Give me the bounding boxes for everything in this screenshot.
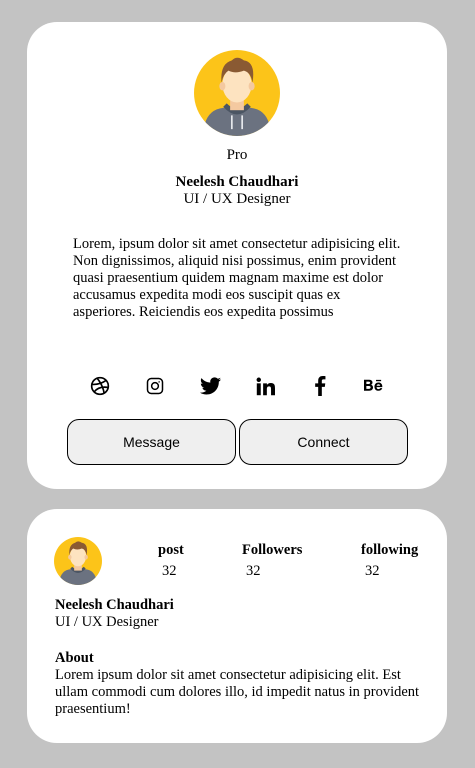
instagram-icon[interactable] [142,373,168,399]
stat-label: Followers [242,542,303,558]
twitter-icon[interactable] [197,373,223,399]
stat-label: post [158,542,184,558]
profile-role: UI / UX Designer [183,191,291,207]
pro-badge: Pro [226,147,248,163]
stat-label: following [361,542,419,558]
message-button[interactable]: Message [67,419,236,465]
stat-following: following 32 [361,542,418,580]
stat-post: post 32 [158,542,184,580]
profile-bio: Lorem, ipsum dolor sit amet consectetur … [73,236,401,320]
about-heading: About [55,650,94,666]
dribbble-icon[interactable] [87,373,113,399]
avatar [194,50,280,136]
stat-followers: Followers 32 [242,542,302,580]
behance-icon[interactable] [362,373,388,399]
stats-card: post 32 Followers 32 following 32 Neeles… [27,509,447,743]
avatar [54,537,102,585]
profile-role: UI / UX Designer [55,614,159,630]
connect-button[interactable]: Connect [239,419,408,465]
profile-name: Neelesh Chaudhari [55,597,174,613]
about-text: Lorem ipsum dolor sit amet consectetur a… [55,667,420,717]
stat-value: 32 [162,563,177,579]
profile-name: Neelesh Chaudhari [175,174,299,190]
stat-value: 32 [246,563,261,579]
social-links [87,373,397,399]
linkedin-icon[interactable] [252,373,278,399]
stat-value: 32 [365,563,380,579]
facebook-icon[interactable] [307,373,333,399]
profile-card: Pro Neelesh Chaudhari UI / UX Designer L… [27,22,447,489]
